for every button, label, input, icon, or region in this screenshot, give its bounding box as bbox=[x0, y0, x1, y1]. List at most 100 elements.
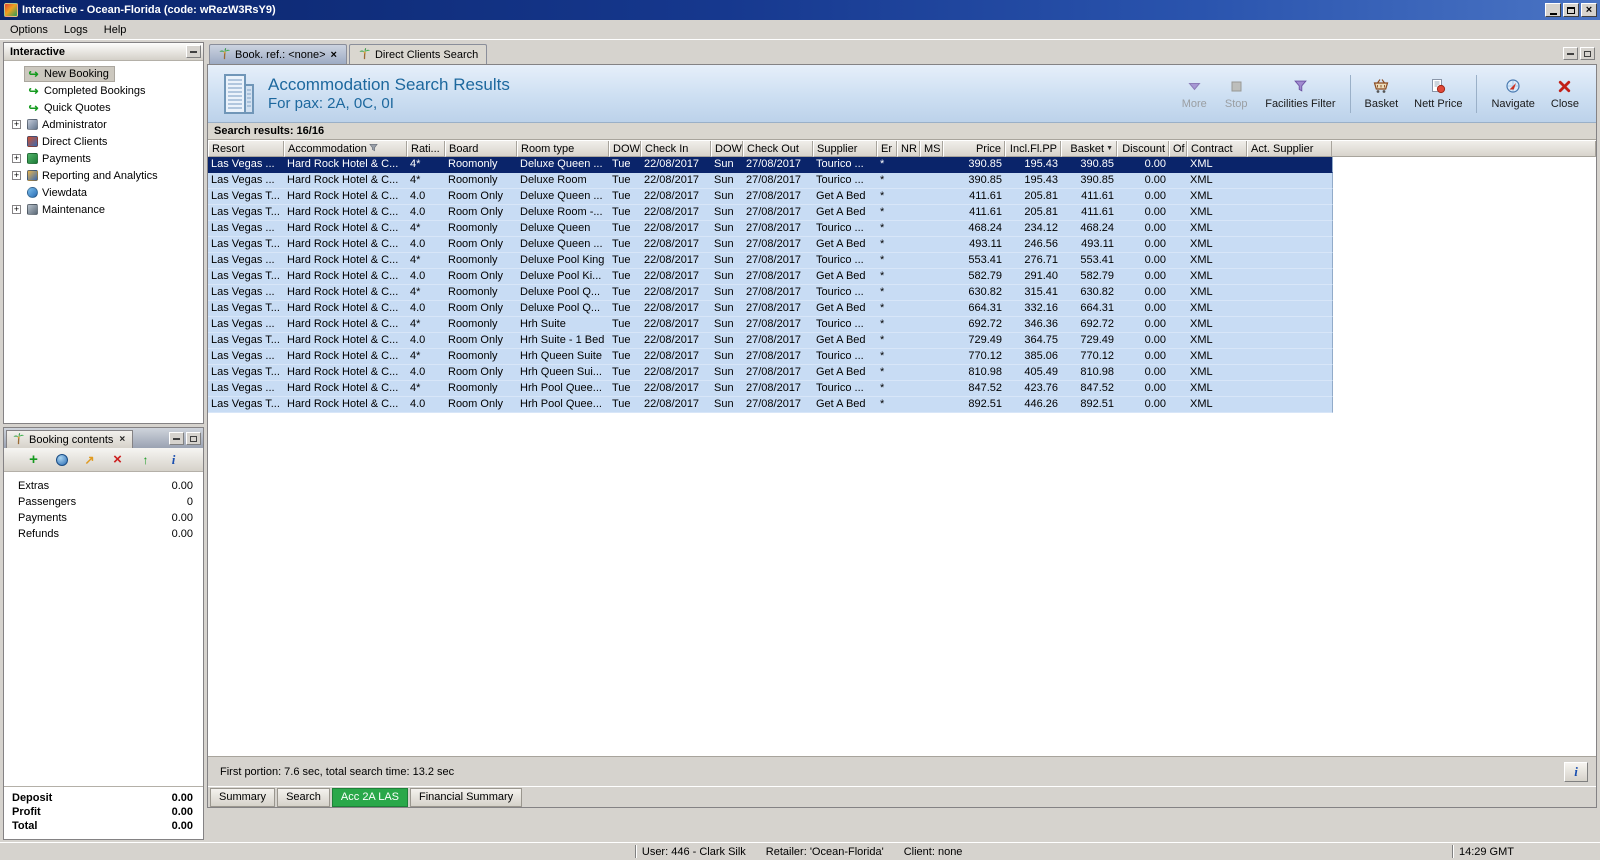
close-window-button[interactable]: × bbox=[1581, 3, 1597, 17]
table-row[interactable]: Las Vegas ... Hard Rock Hotel & C... 4* Roo… bbox=[208, 381, 1333, 397]
sidebar-item-administrator[interactable]: + Administrator bbox=[6, 116, 201, 133]
cell-discount: 0.00 bbox=[1144, 270, 1166, 282]
column-header-incl-fl-pp[interactable]: Incl.Fl.PP bbox=[1005, 141, 1061, 157]
column-label: Basket bbox=[1070, 142, 1105, 155]
column-header-basket[interactable]: Basket ▼ bbox=[1061, 141, 1117, 157]
menu-logs[interactable]: Logs bbox=[56, 22, 96, 38]
column-header-room-type[interactable]: Room type bbox=[517, 141, 609, 157]
expand-icon[interactable]: + bbox=[12, 154, 21, 163]
maximize-button[interactable] bbox=[1563, 3, 1579, 17]
tree-item-inner: Viewdata bbox=[24, 185, 93, 201]
minimize-document-button[interactable] bbox=[1563, 47, 1578, 60]
column-header-supplier[interactable]: Supplier bbox=[813, 141, 877, 157]
table-row[interactable]: Las Vegas T... Hard Rock Hotel & C... 4.0 R… bbox=[208, 189, 1333, 205]
sidebar-item-new-booking[interactable]: ↪ New Booking bbox=[6, 65, 201, 82]
column-header-dow[interactable]: DOW bbox=[609, 141, 641, 157]
minimize-button[interactable] bbox=[1545, 3, 1561, 17]
sidebar-item-quick-quotes[interactable]: ↪ Quick Quotes bbox=[6, 99, 201, 116]
table-row[interactable]: Las Vegas T... Hard Rock Hotel & C... 4.0 R… bbox=[208, 333, 1333, 349]
view-tab-search[interactable]: Search bbox=[277, 787, 330, 807]
column-header-check-out[interactable]: Check Out bbox=[743, 141, 813, 157]
navigate-button[interactable]: Navigate bbox=[1484, 71, 1541, 117]
column-header-accommodation[interactable]: Accommodation bbox=[284, 141, 407, 157]
column-header-board[interactable]: Board bbox=[445, 141, 517, 157]
filter-icon[interactable] bbox=[369, 143, 378, 155]
promote-icon[interactable]: ↑ bbox=[137, 451, 155, 468]
facilities-filter-button[interactable]: Facilities Filter bbox=[1258, 71, 1342, 117]
minimize-booking-panel-button[interactable] bbox=[169, 432, 184, 445]
nett-price-button[interactable]: Nett Price bbox=[1407, 71, 1469, 117]
column-header-dow[interactable]: DOW bbox=[711, 141, 743, 157]
transfer-icon[interactable]: ↗ bbox=[81, 451, 99, 468]
table-row[interactable]: Las Vegas ... Hard Rock Hotel & C... 4* Roo… bbox=[208, 173, 1333, 189]
cell-of bbox=[1169, 253, 1187, 268]
column-header-nr[interactable]: NR bbox=[897, 141, 920, 157]
cell-supplier: Get A Bed bbox=[816, 238, 866, 250]
restore-booking-panel-button[interactable] bbox=[186, 432, 201, 445]
sidebar-item-payments[interactable]: + Payments bbox=[6, 150, 201, 167]
info-icon[interactable]: i bbox=[165, 451, 183, 468]
booking-row-value: 0.00 bbox=[171, 528, 193, 540]
close-button[interactable]: Close bbox=[1544, 71, 1586, 117]
tab-booking-contents[interactable]: Booking contents × bbox=[6, 430, 134, 448]
column-header-act-supplier[interactable]: Act. Supplier bbox=[1247, 141, 1332, 157]
column-header-resort[interactable]: Resort bbox=[208, 141, 284, 157]
cell-nr bbox=[897, 381, 920, 396]
table-row[interactable]: Las Vegas T... Hard Rock Hotel & C... 4.0 R… bbox=[208, 205, 1333, 221]
column-header-contract[interactable]: Contract bbox=[1187, 141, 1247, 157]
column-header-discount[interactable]: Discount bbox=[1117, 141, 1169, 157]
table-row[interactable]: Las Vegas T... Hard Rock Hotel & C... 4.0 R… bbox=[208, 269, 1333, 285]
column-header-price[interactable]: Price bbox=[943, 141, 1005, 157]
table-row[interactable]: Las Vegas ... Hard Rock Hotel & C... 4* Roo… bbox=[208, 349, 1333, 365]
cell-discount: 0.00 bbox=[1144, 398, 1166, 410]
statusbar-time: 14:29 GMT bbox=[1458, 845, 1514, 858]
column-header-check-in[interactable]: Check In bbox=[641, 141, 711, 157]
view-tab-acc-2a-las[interactable]: Acc 2A LAS bbox=[331, 787, 409, 807]
status-bar: User: 446 - Clark Silk Retailer: 'Ocean-… bbox=[0, 842, 1600, 860]
sidebar-item-direct-clients[interactable]: Direct Clients bbox=[6, 133, 201, 150]
sidebar-item-completed-bookings[interactable]: ↪ Completed Bookings bbox=[6, 82, 201, 99]
add-icon[interactable]: + bbox=[25, 451, 43, 468]
table-row[interactable]: Las Vegas ... Hard Rock Hotel & C... 4* Roo… bbox=[208, 253, 1333, 269]
table-row[interactable]: Las Vegas ... Hard Rock Hotel & C... 4* Roo… bbox=[208, 157, 1333, 173]
cell-discount: 0.00 bbox=[1144, 190, 1166, 202]
column-header-ms[interactable]: MS bbox=[920, 141, 943, 157]
expand-icon[interactable]: + bbox=[12, 120, 21, 129]
close-booking-panel-icon[interactable]: × bbox=[117, 434, 127, 445]
sidebar-item-viewdata[interactable]: Viewdata bbox=[6, 184, 201, 201]
table-row[interactable]: Las Vegas T... Hard Rock Hotel & C... 4.0 R… bbox=[208, 301, 1333, 317]
cell-dow: Sun bbox=[714, 318, 734, 330]
table-row[interactable]: Las Vegas T... Hard Rock Hotel & C... 4.0 R… bbox=[208, 237, 1333, 253]
cell-incl-fl-pp: 385.06 bbox=[1024, 350, 1058, 362]
menu-help[interactable]: Help bbox=[96, 22, 135, 38]
cell-resort: Las Vegas ... bbox=[211, 174, 275, 186]
expand-icon[interactable]: + bbox=[12, 205, 21, 214]
menu-options[interactable]: Options bbox=[2, 22, 56, 38]
table-row[interactable]: Las Vegas T... Hard Rock Hotel & C... 4.0 R… bbox=[208, 365, 1333, 381]
table-row[interactable]: Las Vegas ... Hard Rock Hotel & C... 4* Roo… bbox=[208, 285, 1333, 301]
world-icon[interactable] bbox=[53, 451, 71, 468]
table-row[interactable]: Las Vegas ... Hard Rock Hotel & C... 4* Roo… bbox=[208, 221, 1333, 237]
column-header-of[interactable]: Of bbox=[1169, 141, 1187, 157]
tab-book-ref-none[interactable]: Book. ref.: <none> × bbox=[209, 44, 347, 64]
cell-of bbox=[1169, 333, 1187, 348]
collapse-panel-button[interactable] bbox=[186, 45, 201, 58]
toolbar-button-label: Close bbox=[1550, 97, 1579, 110]
basket-button[interactable]: Basket bbox=[1358, 71, 1406, 117]
column-header-rati[interactable]: Rati... bbox=[407, 141, 445, 157]
view-tab-summary[interactable]: Summary bbox=[210, 787, 276, 807]
close-tab-icon[interactable]: × bbox=[330, 49, 338, 61]
sidebar-item-maintenance[interactable]: + Maintenance bbox=[6, 201, 201, 218]
tab-direct-clients-search[interactable]: Direct Clients Search bbox=[348, 44, 488, 64]
main-area: Book. ref.: <none> × Direct Clients Search… bbox=[207, 42, 1597, 842]
view-tab-financial-summary[interactable]: Financial Summary bbox=[410, 787, 523, 807]
restore-document-button[interactable] bbox=[1580, 47, 1595, 60]
table-row[interactable]: Las Vegas ... Hard Rock Hotel & C... 4* Roo… bbox=[208, 317, 1333, 333]
expand-icon[interactable]: + bbox=[12, 171, 21, 180]
table-row[interactable]: Las Vegas T... Hard Rock Hotel & C... 4.0 R… bbox=[208, 397, 1333, 413]
delete-icon[interactable]: × bbox=[109, 451, 127, 468]
column-header-er[interactable]: Er bbox=[877, 141, 897, 157]
cell-act-supplier bbox=[1247, 381, 1332, 396]
info-button[interactable]: i bbox=[1564, 761, 1588, 782]
sidebar-item-reporting-and-analytics[interactable]: + Reporting and Analytics bbox=[6, 167, 201, 184]
